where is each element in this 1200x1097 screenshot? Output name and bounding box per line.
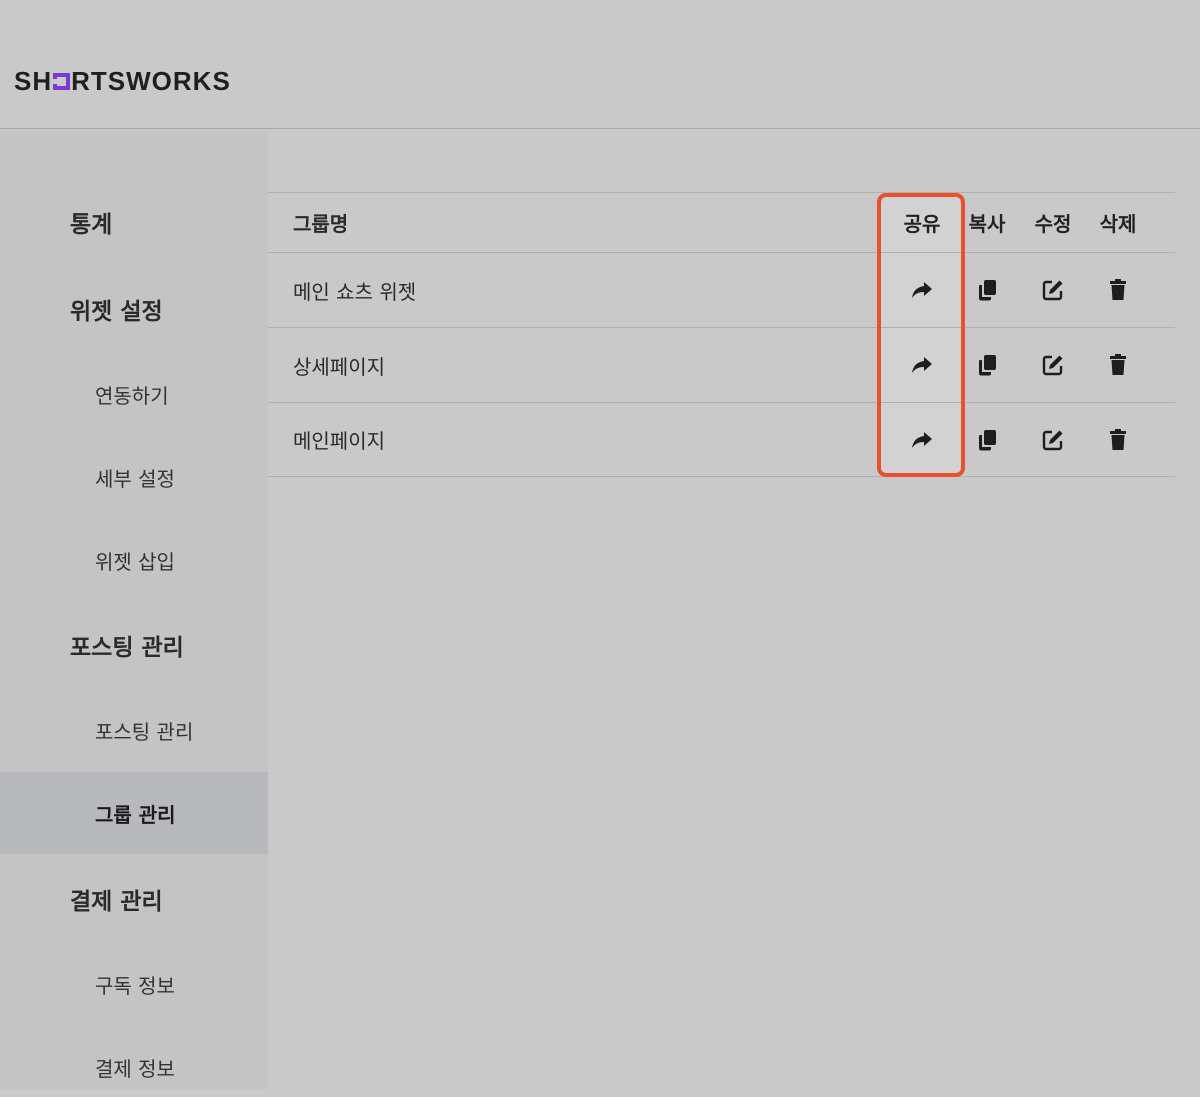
sidebar-item-widget-insert[interactable]: 위젯 삽입 — [0, 530, 268, 590]
edit-icon[interactable] — [1023, 353, 1083, 377]
copy-icon[interactable] — [957, 353, 1017, 377]
logo-o-mark-icon — [53, 73, 71, 90]
sidebar-item-group-management[interactable]: 그룹 관리 — [0, 772, 268, 854]
sidebar-item-posting-management[interactable]: 포스팅 관리 — [0, 615, 268, 675]
sidebar-item-payment-management[interactable]: 결제 관리 — [0, 869, 268, 929]
share-arrow-icon[interactable] — [892, 280, 952, 300]
header-delete: 삭제 — [1099, 212, 1137, 236]
sidebar-item-widget-settings[interactable]: 위젯 설정 — [0, 279, 268, 339]
edit-icon[interactable] — [1023, 278, 1083, 302]
sidebar-item-posting-management-sub[interactable]: 포스팅 관리 — [0, 700, 268, 760]
table-header-row: 그룹명 공유 복사 수정 삭제 — [268, 192, 1175, 252]
group-name-cell: 상세페이지 — [293, 354, 385, 379]
table-row: 메인페이지 — [268, 402, 1175, 477]
sidebar-item-payment-info[interactable]: 결제 정보 — [0, 1037, 268, 1097]
copy-icon[interactable] — [957, 428, 1017, 452]
trash-icon[interactable] — [1088, 353, 1148, 377]
table-row: 메인 쇼츠 위젯 — [268, 252, 1175, 327]
share-arrow-icon[interactable] — [892, 430, 952, 450]
sidebar-item-detail-settings[interactable]: 세부 설정 — [0, 447, 268, 507]
header-edit: 수정 — [1034, 212, 1072, 236]
copy-icon[interactable] — [957, 278, 1017, 302]
trash-icon[interactable] — [1088, 428, 1148, 452]
share-arrow-icon[interactable] — [892, 355, 952, 375]
sidebar-item-stats[interactable]: 통계 — [0, 192, 268, 252]
group-name-cell: 메인페이지 — [293, 429, 385, 453]
table-row: 상세페이지 — [268, 327, 1175, 402]
app-header: SH RTSWORKS — [0, 0, 1200, 129]
edit-icon[interactable] — [1023, 428, 1083, 452]
shortsworks-logo[interactable]: SH RTSWORKS — [14, 66, 231, 97]
group-name-cell: 메인 쇼츠 위젯 — [293, 279, 417, 304]
header-share: 공유 — [903, 212, 941, 236]
main-content: 그룹명 공유 복사 수정 삭제 메인 쇼츠 위젯 상세페이지 메인페이지 — [268, 130, 1200, 1089]
header-copy: 복사 — [968, 212, 1006, 236]
header-group-name: 그룹명 — [293, 212, 349, 236]
trash-icon[interactable] — [1088, 278, 1148, 302]
sidebar-item-subscription-info[interactable]: 구독 정보 — [0, 954, 268, 1014]
sidebar: 통계 위젯 설정 연동하기 세부 설정 위젯 삽입 포스팅 관리 포스팅 관리 … — [0, 130, 268, 1089]
group-table: 그룹명 공유 복사 수정 삭제 메인 쇼츠 위젯 상세페이지 메인페이지 — [268, 192, 1175, 477]
sidebar-item-integration[interactable]: 연동하기 — [0, 364, 268, 424]
